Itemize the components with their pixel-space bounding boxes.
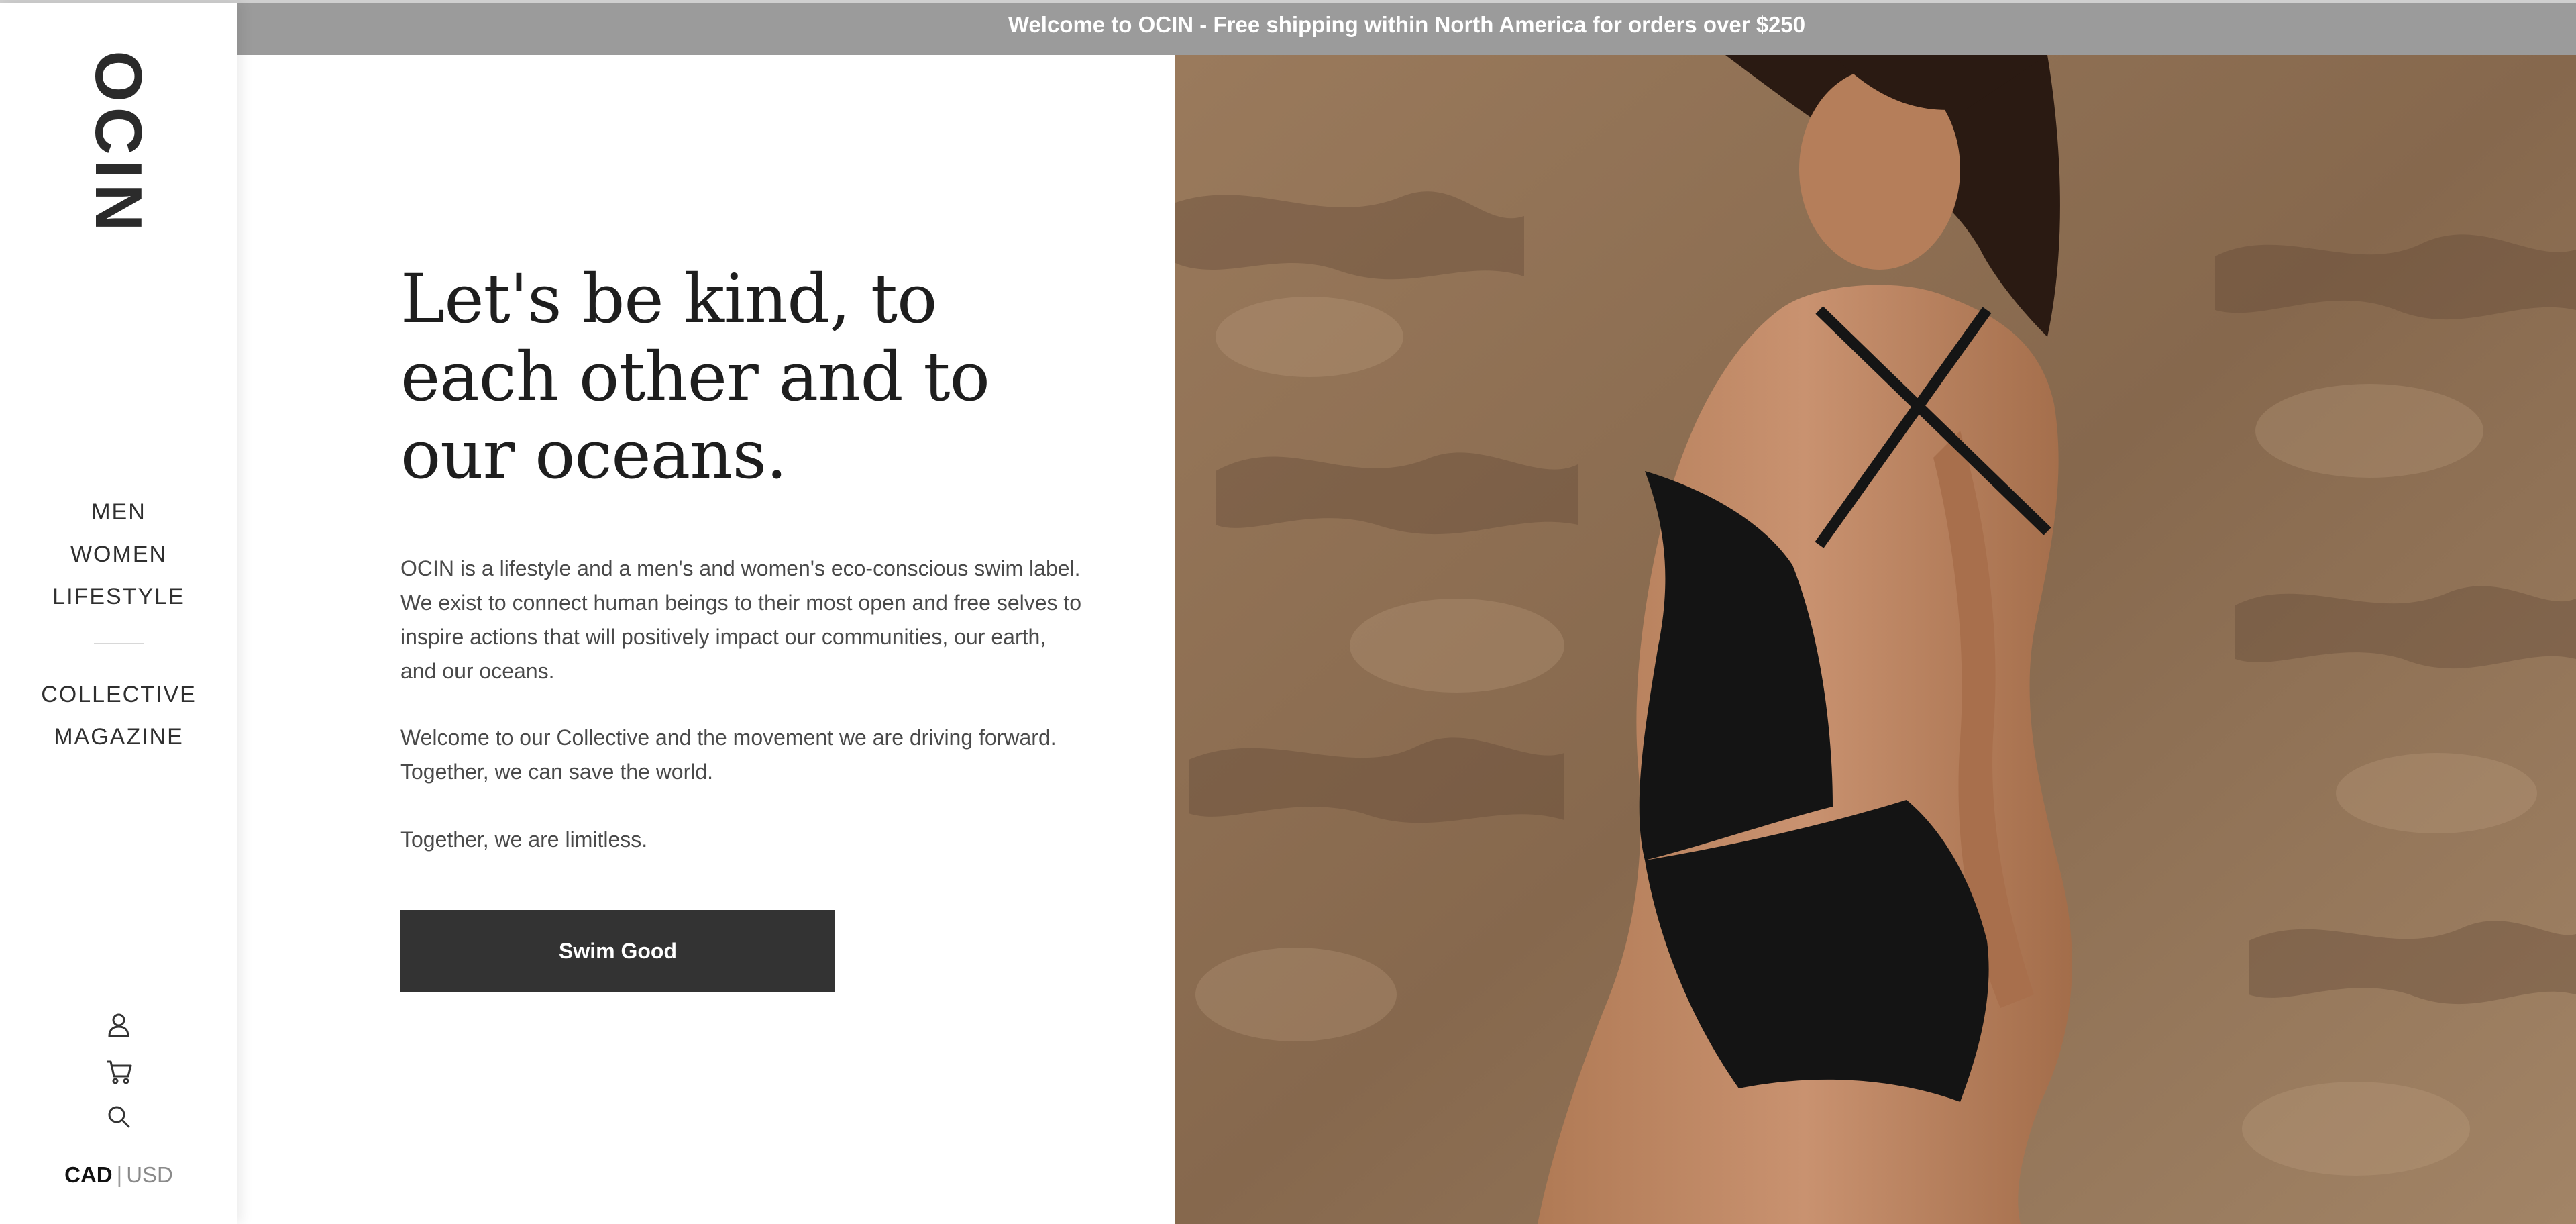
nav-item-collective[interactable]: COLLECTIVE	[0, 674, 237, 716]
hero-photo-illustration	[1175, 55, 2576, 1224]
page: OCIN MEN WOMEN LIFESTYLE COLLECTIVE MAGA…	[0, 0, 2576, 1224]
announcement-bar: Welcome to OCIN - Free shipping within N…	[237, 3, 2576, 55]
brand-logo[interactable]: OCIN	[82, 51, 156, 237]
swim-good-button[interactable]: Swim Good	[400, 910, 835, 992]
account-icon[interactable]	[103, 1009, 134, 1041]
cart-icon[interactable]	[103, 1055, 134, 1087]
hero-text-panel: Let's be kind, to each other and to our …	[237, 55, 1175, 1224]
hero-paragraph-1: OCIN is a lifestyle and a men's and wome…	[400, 556, 1082, 683]
search-icon[interactable]	[103, 1101, 134, 1133]
hero-image	[1175, 55, 2576, 1224]
currency-cad[interactable]: CAD	[64, 1162, 113, 1187]
hero-paragraph-3: Together, we are limitless.	[400, 827, 648, 852]
nav-item-women[interactable]: WOMEN	[0, 533, 237, 576]
nav-item-lifestyle[interactable]: LIFESTYLE	[0, 576, 237, 618]
hero-headline: Let's be kind, to each other and to our …	[400, 260, 990, 494]
currency-usd[interactable]: USD	[126, 1162, 173, 1187]
utility-icons	[0, 1009, 237, 1146]
sidebar: OCIN MEN WOMEN LIFESTYLE COLLECTIVE MAGA…	[0, 3, 237, 1224]
nav-item-men[interactable]: MEN	[0, 491, 237, 533]
nav-divider	[94, 643, 144, 644]
currency-switcher: CAD | USD	[0, 1162, 237, 1188]
hero-paragraph-2: Welcome to our Collective and the moveme…	[400, 725, 1057, 784]
nav-item-magazine[interactable]: MAGAZINE	[0, 716, 237, 758]
primary-nav: MEN WOMEN LIFESTYLE	[0, 491, 237, 618]
secondary-nav: COLLECTIVE MAGAZINE	[0, 674, 237, 758]
currency-separator: |	[116, 1162, 123, 1187]
